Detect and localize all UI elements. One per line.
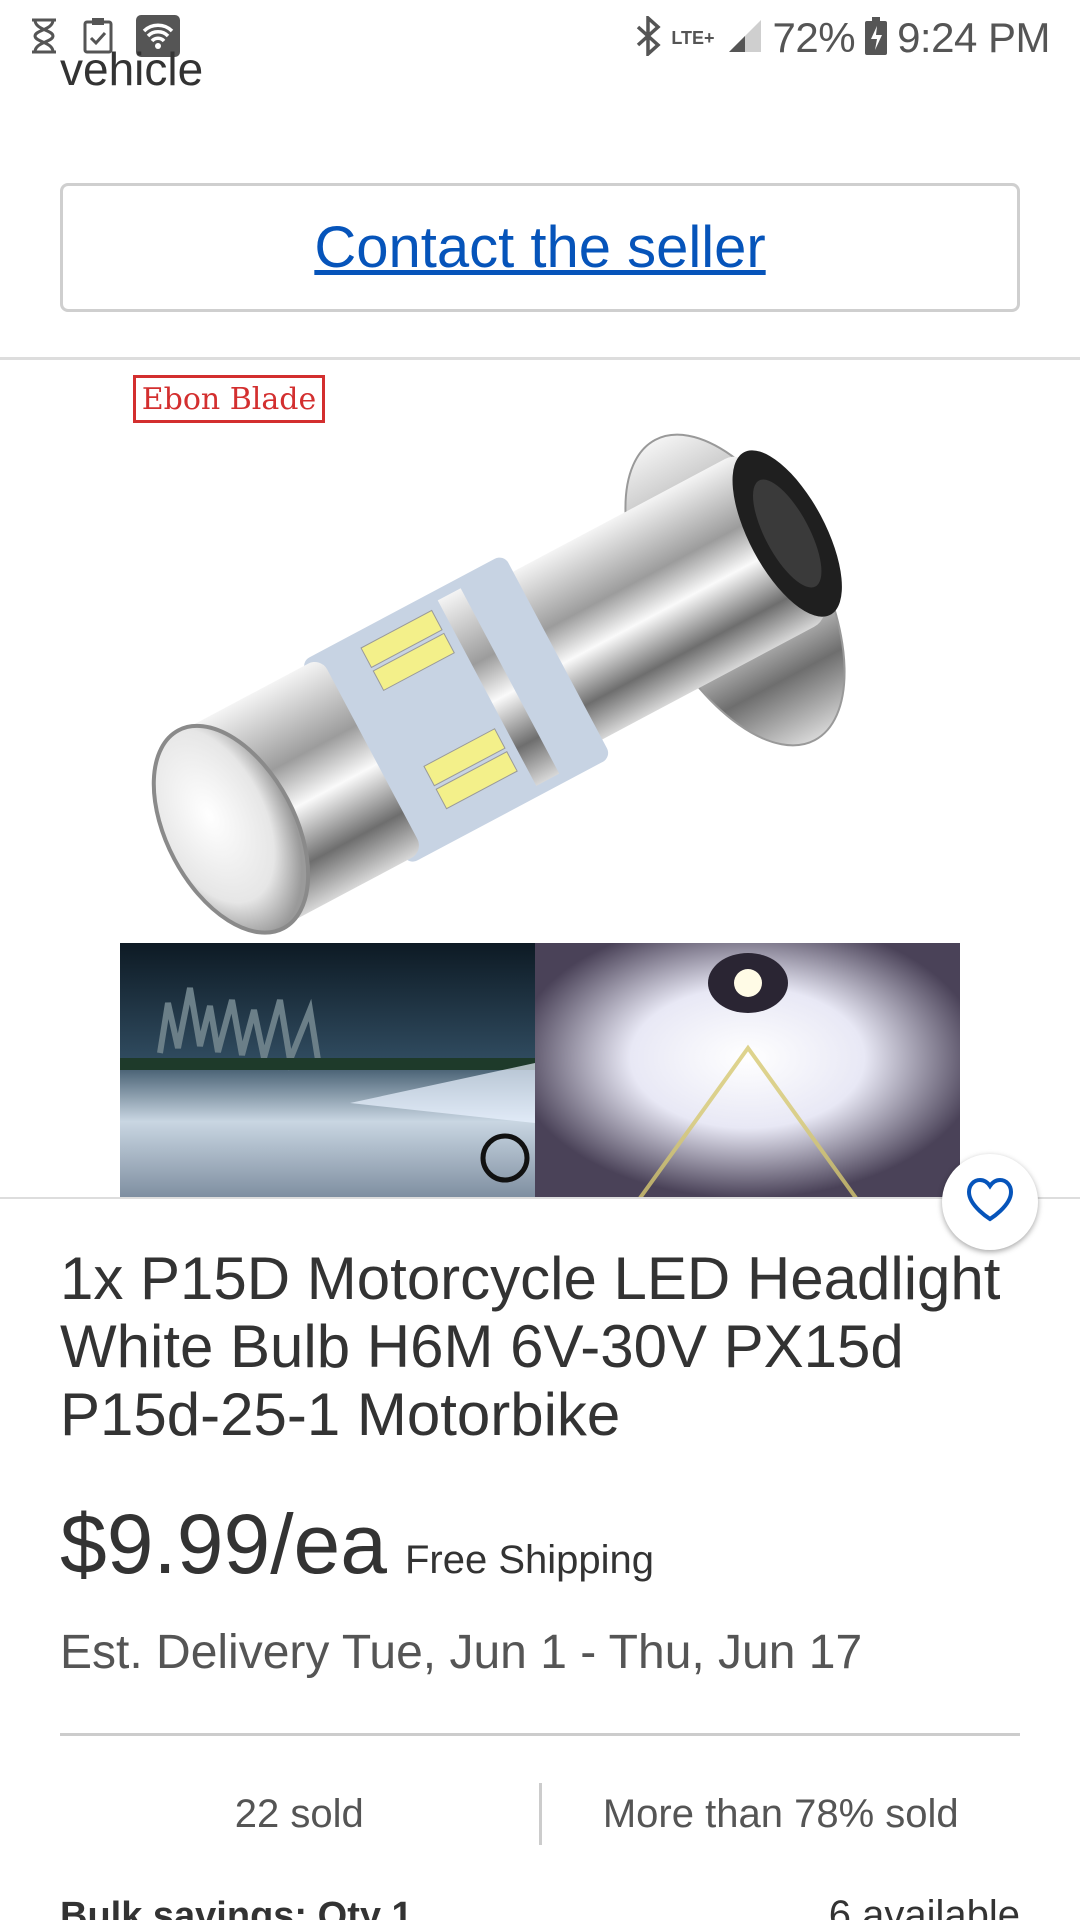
price: $9.99/ea xyxy=(60,1497,387,1591)
heart-icon xyxy=(965,1177,1015,1228)
contact-seller-button[interactable]: Contact the seller xyxy=(60,183,1020,312)
signal-icon xyxy=(725,18,763,59)
network-type-label: LTE+ xyxy=(671,28,715,48)
status-bar-right: LTE+ 72% 9:24 PM xyxy=(635,10,1050,66)
price-row: $9.99/ea Free Shipping xyxy=(60,1496,654,1593)
shipping-info: Free Shipping xyxy=(404,1538,655,1582)
image-divider xyxy=(0,1197,1080,1199)
contact-seller-link[interactable]: Contact the seller xyxy=(314,214,765,281)
bulk-savings-label: Bulk savings: Qty 1 xyxy=(60,1895,413,1920)
sold-percent: More than 78% sold xyxy=(602,1791,959,1836)
partial-description: vehicle xyxy=(60,43,204,95)
battery-charging-icon xyxy=(865,16,888,60)
clock: 9:24 PM xyxy=(897,14,1050,61)
product-image-gallery[interactable]: Ebon Blade xyxy=(0,360,1080,1198)
sales-stats: 22 sold More than 78% sold xyxy=(60,1783,1020,1845)
add-to-watchlist-button[interactable] xyxy=(942,1154,1038,1250)
sold-count: 22 sold xyxy=(234,1791,364,1836)
listing-title: 1x P15D Motorcycle LED Headlight White B… xyxy=(60,1245,1001,1448)
bluetooth-icon xyxy=(635,13,661,61)
available-quantity: 6 available xyxy=(828,1893,1020,1920)
hourglass-icon xyxy=(28,17,60,60)
estimated-delivery: Est. Delivery Tue, Jun 1 - Thu, Jun 17 xyxy=(60,1626,863,1679)
section-divider xyxy=(60,1733,1020,1736)
battery-percent: 72% xyxy=(772,14,856,61)
product-lifestyle-photos xyxy=(120,943,960,1198)
product-bulb-image xyxy=(151,433,846,935)
